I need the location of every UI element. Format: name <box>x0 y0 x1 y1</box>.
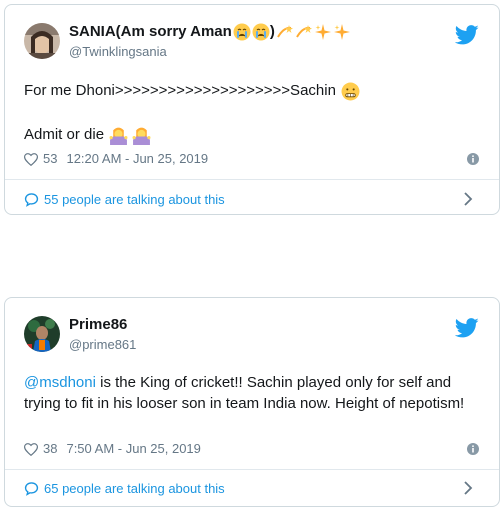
dizzy-star-icon <box>295 23 313 41</box>
heart-icon[interactable] <box>24 442 38 456</box>
author-name-suffix: ) <box>269 23 275 40</box>
tweet-timestamp[interactable]: 12:20 AM - Jun 25, 2019 <box>66 151 208 167</box>
woman-shrugging-icon <box>109 126 128 145</box>
like-count[interactable]: 53 <box>43 151 57 167</box>
info-icon[interactable] <box>467 153 479 165</box>
conversation-count-text: 55 people are talking about this <box>44 191 225 207</box>
divider <box>5 469 499 470</box>
conversation-count-text: 65 people are talking about this <box>44 480 225 496</box>
woman-shrugging-icon <box>132 126 151 145</box>
info-icon[interactable] <box>467 443 479 455</box>
heart-icon[interactable] <box>24 152 38 166</box>
tweet-author[interactable]: SANIA(Am sorry Aman ) @Twinklingsania <box>69 23 439 60</box>
speech-bubble-icon <box>24 192 39 207</box>
tweet-card[interactable]: SANIA(Am sorry Aman ) @Twinklingsania Fo… <box>4 4 500 215</box>
tweet-card[interactable]: Prime86 @prime861 @msdhoni is the King o… <box>4 297 500 507</box>
tweet-meta: 38 7:50 AM - Jun 25, 2019 <box>24 441 481 457</box>
tweet-author[interactable]: Prime86 @prime861 <box>69 316 439 353</box>
tweet-header: Prime86 @prime861 <box>24 316 489 356</box>
crying-face-icon <box>233 23 251 41</box>
chevron-right-icon[interactable] <box>463 481 473 495</box>
tweet-text: @msdhoni is the King of cricket!! Sachin… <box>24 372 481 414</box>
author-display-name[interactable]: Prime86 <box>69 316 439 334</box>
chevron-right-icon[interactable] <box>463 192 473 206</box>
sparkles-icon <box>333 23 351 41</box>
tweet-meta: 53 12:20 AM - Jun 25, 2019 <box>24 151 481 167</box>
tweet-text-line: For me Dhoni>>>>>>>>>>>>>>>>>>>>Sachin <box>24 82 336 99</box>
twitter-bird-icon[interactable] <box>455 318 479 338</box>
sparkles-icon <box>314 23 332 41</box>
conversation-link[interactable]: 65 people are talking about this <box>24 478 481 498</box>
tweet-header: SANIA(Am sorry Aman ) @Twinklingsania <box>24 23 489 63</box>
crying-face-icon <box>252 23 270 41</box>
twitter-bird-icon[interactable] <box>455 25 479 45</box>
tweet-text-line: Admit or die <box>24 126 105 143</box>
avatar[interactable] <box>24 23 60 59</box>
tweet-text: Admit or die <box>24 125 481 145</box>
author-name-text: SANIA(Am sorry Aman <box>69 23 232 40</box>
like-count[interactable]: 38 <box>43 441 57 457</box>
divider <box>5 179 499 180</box>
nauseated-face-icon <box>341 82 360 101</box>
avatar[interactable] <box>24 316 60 352</box>
mention-link[interactable]: @msdhoni <box>24 374 96 391</box>
author-display-name[interactable]: SANIA(Am sorry Aman ) <box>69 23 439 41</box>
speech-bubble-icon <box>24 481 39 496</box>
conversation-link[interactable]: 55 people are talking about this <box>24 189 481 209</box>
dizzy-star-icon <box>276 23 294 41</box>
author-handle[interactable]: @Twinklingsania <box>69 43 439 60</box>
tweet-timestamp[interactable]: 7:50 AM - Jun 25, 2019 <box>66 441 200 457</box>
tweet-text: For me Dhoni>>>>>>>>>>>>>>>>>>>>Sachin <box>24 81 481 101</box>
author-handle[interactable]: @prime861 <box>69 336 439 353</box>
